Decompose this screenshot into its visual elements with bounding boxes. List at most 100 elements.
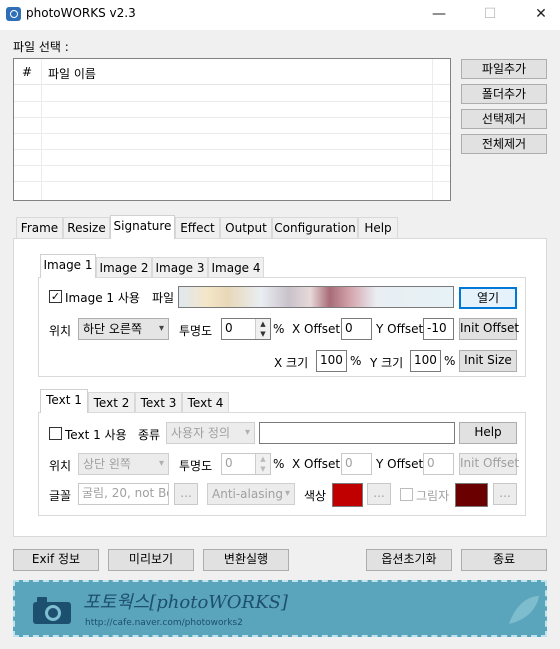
- text-font-label: 글꼴: [49, 489, 72, 503]
- convert-button[interactable]: 변환실행: [203, 549, 289, 571]
- text-opacity-value: 0: [225, 456, 233, 470]
- row-line: [14, 181, 450, 182]
- camera-logo-icon: [33, 597, 71, 624]
- shadow-color-swatch[interactable]: [455, 483, 488, 507]
- text-use-label: Text 1 사용: [65, 428, 127, 442]
- shadow-label: 그림자: [416, 489, 450, 503]
- text-color-label: 색상: [304, 489, 327, 503]
- image-y-size-input[interactable]: 100: [410, 350, 441, 372]
- spin-down-icon[interactable]: ▼: [255, 464, 270, 474]
- image-file-path-field[interactable]: [178, 286, 454, 308]
- photoworks-banner[interactable]: 포토웍스[photoWORKS] http://cafe.naver.com/p…: [13, 580, 547, 637]
- add-folder-button[interactable]: 폴더추가: [461, 84, 547, 104]
- image-y-offset-input[interactable]: -10: [423, 318, 454, 340]
- tab-image-3[interactable]: Image 3: [152, 257, 208, 279]
- text-type-label: 종류: [138, 428, 161, 442]
- tab-resize[interactable]: Resize: [63, 217, 110, 239]
- image-position-value: 하단 오른쪽: [83, 322, 143, 336]
- shadow-checkbox[interactable]: [400, 488, 413, 501]
- exif-info-button[interactable]: Exif 정보: [13, 549, 99, 571]
- file-list[interactable]: # 파일 이름: [13, 58, 451, 201]
- reset-options-button[interactable]: 옵션초기화: [366, 549, 452, 571]
- spin-up-icon[interactable]: ▲: [255, 319, 270, 329]
- column-divider: [41, 59, 42, 200]
- antialias-select[interactable]: Anti-alasing ▾: [207, 483, 295, 505]
- tab-output[interactable]: Output: [220, 217, 272, 239]
- text-position-label: 위치: [49, 459, 72, 473]
- tab-help[interactable]: Help: [358, 217, 398, 239]
- image-use-label: Image 1 사용: [65, 291, 140, 305]
- app-camera-icon: [6, 7, 21, 21]
- percent-label: %: [350, 354, 362, 368]
- banner-title: 포토웍스[photoWORKS]: [83, 592, 288, 613]
- close-button[interactable]: ✕: [528, 4, 554, 24]
- minimize-button[interactable]: —: [426, 4, 452, 24]
- antialias-value: Anti-alasing: [212, 487, 284, 501]
- image-y-offset-label: Y Offset: [376, 322, 424, 336]
- tab-image-2[interactable]: Image 2: [96, 257, 152, 279]
- text-type-select[interactable]: 사용자 정의 ▾: [166, 422, 255, 444]
- tab-configuration[interactable]: Configuration: [272, 217, 358, 239]
- tab-text-3[interactable]: Text 3: [135, 392, 182, 414]
- image-init-offset-button[interactable]: Init Offset: [459, 318, 519, 340]
- text-position-select[interactable]: 상단 왼쪽 ▾: [78, 453, 169, 475]
- color-picker-button[interactable]: ...: [367, 483, 391, 505]
- text-content-input[interactable]: [259, 422, 455, 444]
- spin-up-icon[interactable]: ▲: [255, 454, 270, 464]
- column-number[interactable]: #: [22, 65, 32, 79]
- tab-image-1[interactable]: Image 1: [40, 254, 96, 278]
- image-opacity-stepper[interactable]: 0 ▲ ▼: [221, 318, 271, 340]
- image-use-checkbox[interactable]: ✓: [49, 290, 62, 303]
- text-x-offset-input[interactable]: 0: [341, 453, 372, 475]
- percent-label: %: [273, 322, 285, 336]
- shadow-color-picker-button[interactable]: ...: [493, 483, 517, 505]
- text-font-field[interactable]: 굴림, 20, not Bo: [78, 483, 169, 505]
- tab-text-2[interactable]: Text 2: [88, 392, 135, 414]
- percent-label: %: [273, 457, 285, 471]
- maximize-button[interactable]: ☐: [477, 4, 503, 24]
- row-line: [14, 149, 450, 150]
- spin-down-icon[interactable]: ▼: [255, 329, 270, 339]
- image-y-size-label: Y 크기: [370, 356, 404, 370]
- tab-effect[interactable]: Effect: [175, 217, 220, 239]
- image-x-size-input[interactable]: 100: [316, 350, 347, 372]
- open-file-button[interactable]: 열기: [459, 287, 517, 309]
- image-opacity-value: 0: [225, 321, 233, 335]
- add-file-button[interactable]: 파일추가: [461, 59, 547, 79]
- text-use-checkbox[interactable]: [49, 427, 62, 440]
- text-color-swatch[interactable]: [332, 483, 363, 507]
- row-line: [14, 117, 450, 118]
- text-position-value: 상단 왼쪽: [83, 457, 131, 471]
- chevron-down-icon: ▾: [244, 427, 250, 438]
- banner-url[interactable]: http://cafe.naver.com/photoworks2: [85, 618, 243, 628]
- tab-text-1[interactable]: Text 1: [40, 389, 88, 413]
- preview-button[interactable]: 미리보기: [108, 549, 194, 571]
- column-divider: [432, 59, 433, 200]
- text-help-button[interactable]: Help: [459, 422, 517, 444]
- file-select-label: 파일 선택 :: [13, 40, 69, 54]
- text-y-offset-input[interactable]: 0: [423, 453, 454, 475]
- text-x-offset-label: X Offset: [292, 457, 341, 471]
- feather-decoration-icon: [509, 596, 539, 624]
- remove-all-button[interactable]: 전체제거: [461, 134, 547, 154]
- text-opacity-stepper[interactable]: 0 ▲ ▼: [221, 453, 271, 475]
- image-position-select[interactable]: 하단 오른쪽 ▾: [78, 318, 169, 340]
- image-init-size-button[interactable]: Init Size: [459, 350, 517, 372]
- tab-frame[interactable]: Frame: [16, 217, 63, 239]
- chevron-down-icon: ▾: [158, 323, 164, 334]
- text-y-offset-label: Y Offset: [376, 457, 424, 471]
- exit-button[interactable]: 종료: [461, 549, 547, 571]
- tab-signature[interactable]: Signature: [110, 215, 175, 239]
- tab-text-4[interactable]: Text 4: [182, 392, 229, 414]
- image-position-label: 위치: [49, 324, 72, 338]
- tab-image-4[interactable]: Image 4: [208, 257, 264, 279]
- image-x-offset-input[interactable]: 0: [341, 318, 372, 340]
- remove-selected-button[interactable]: 선택제거: [461, 109, 547, 129]
- text-init-offset-button[interactable]: Init Offset: [459, 453, 519, 475]
- image-x-offset-label: X Offset: [292, 322, 341, 336]
- image-opacity-label: 투명도: [179, 324, 213, 338]
- percent-label: %: [444, 354, 456, 368]
- font-picker-button[interactable]: ...: [174, 483, 198, 505]
- text-opacity-label: 투명도: [179, 459, 213, 473]
- column-filename[interactable]: 파일 이름: [48, 65, 96, 82]
